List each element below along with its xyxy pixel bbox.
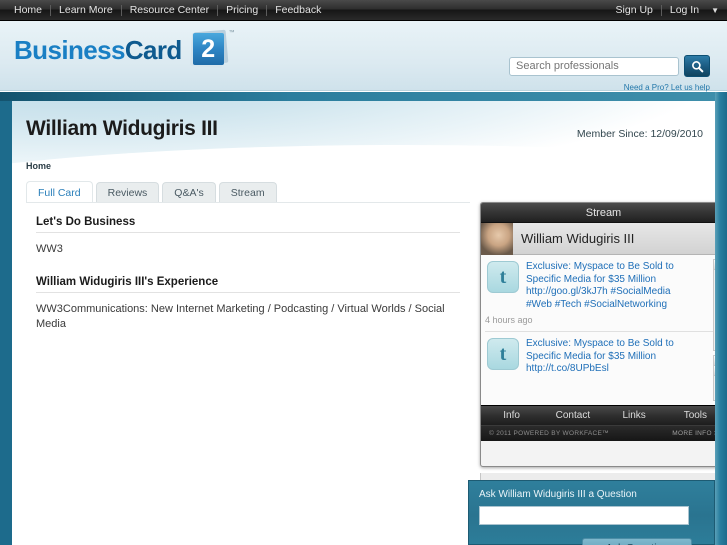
page-right-edge <box>715 92 727 545</box>
section-title: Let's Do Business <box>36 216 460 233</box>
profile-tabs: Full Card Reviews Q&A's Stream <box>26 181 280 203</box>
widget-tab-info[interactable]: Info <box>481 410 542 421</box>
search-icon <box>691 60 703 72</box>
site-logo[interactable]: BusinessCard 2 ™ <box>14 29 235 70</box>
list-item[interactable]: t Exclusive: Myspace to Be Sold to Speci… <box>481 255 715 311</box>
search-input[interactable] <box>509 56 679 76</box>
widget-tab-links[interactable]: Links <box>604 410 665 421</box>
twitter-icon: t <box>487 261 519 293</box>
full-card-panel: Let's Do Business WW3 William Widugiris … <box>26 202 470 532</box>
need-a-pro-link[interactable]: Need a Pro? Let us help <box>624 83 710 92</box>
section-body: WW3Communications: New Internet Marketin… <box>36 303 445 330</box>
ask-question-label: Ask William Widugiris III a Question <box>479 489 637 500</box>
copyright-text: © 2011 POWERED BY WORKFACE™ <box>489 430 609 437</box>
page-body: William Widugiris III Member Since: 12/0… <box>12 101 715 545</box>
page-title: William Widugiris III <box>26 117 218 140</box>
ask-question-panel: Ask William Widugiris III a Question Ask… <box>468 480 715 545</box>
breadcrumb[interactable]: Home <box>26 161 51 171</box>
ask-question-input[interactable] <box>479 506 689 525</box>
nav-item-resource-center[interactable]: Resource Center <box>122 0 217 21</box>
list-item[interactable]: t Exclusive: Myspace to Be Sold to Speci… <box>481 332 715 376</box>
member-since-label: Member Since: 12/09/2010 <box>576 128 703 140</box>
stream-post-list[interactable]: t Exclusive: Myspace to Be Sold to Speci… <box>481 255 715 405</box>
nav-item-home[interactable]: Home <box>6 0 50 21</box>
avatar <box>481 222 513 255</box>
nav-item-pricing[interactable]: Pricing <box>218 0 266 21</box>
page-shell: William Widugiris III Member Since: 12/0… <box>0 92 727 545</box>
widget-tab-contact[interactable]: Contact <box>542 410 603 421</box>
logo-wordmark: BusinessCard <box>14 35 182 66</box>
nav-item-learn-more[interactable]: Learn More <box>51 0 121 21</box>
logo-badge-icon: 2 ™ <box>189 29 235 70</box>
tab-reviews[interactable]: Reviews <box>95 182 160 203</box>
logo-badge-number: 2 <box>192 33 224 65</box>
section-body: WW3 <box>36 243 63 255</box>
twitter-icon: t <box>487 338 519 370</box>
more-info-link[interactable]: MORE INFO > <box>672 430 715 437</box>
widget-user-row: William Widugiris III <box>481 222 715 255</box>
post-text[interactable]: Exclusive: Myspace to Be Sold to Specifi… <box>519 261 689 311</box>
ask-question-button[interactable]: Ask Question <box>582 538 692 545</box>
tab-qas[interactable]: Q&A's <box>162 182 216 203</box>
nav-item-feedback[interactable]: Feedback <box>267 0 329 21</box>
logo-word-card: Card <box>124 34 182 65</box>
tab-full-card[interactable]: Full Card <box>26 181 93 203</box>
widget-user-name: William Widugiris III <box>521 231 635 246</box>
top-nav-right-group: Sign Up Log In ▼ <box>608 0 727 21</box>
section-title: William Widugiris III's Experience <box>36 276 460 293</box>
widget-tab-tools[interactable]: Tools <box>665 410 715 421</box>
shell-top-band <box>0 92 727 101</box>
search-area <box>509 55 710 77</box>
logo-word-business: Business <box>14 34 125 65</box>
post-text[interactable]: Exclusive: Myspace to Be Sold to Specifi… <box>519 338 689 376</box>
section-lets-do-business: Let's Do Business WW3 <box>36 216 460 257</box>
top-navigation-bar: Home Learn More Resource Center Pricing … <box>0 0 727 21</box>
chevron-down-icon[interactable]: ▼ <box>711 6 719 15</box>
sign-up-link[interactable]: Sign Up <box>608 0 661 21</box>
top-nav-left-group: Home Learn More Resource Center Pricing … <box>0 0 329 21</box>
search-button[interactable] <box>684 55 710 77</box>
trademark-symbol: ™ <box>228 30 235 36</box>
widget-footer: © 2011 POWERED BY WORKFACE™ MORE INFO > <box>481 425 715 441</box>
log-in-link[interactable]: Log In <box>662 0 707 21</box>
widget-header-title: Stream <box>481 203 715 223</box>
widget-tab-bar: Info Contact Links Tools <box>481 405 715 425</box>
post-timestamp: 4 hours ago <box>485 315 533 325</box>
section-experience: William Widugiris III's Experience WW3Co… <box>36 276 460 332</box>
tab-stream[interactable]: Stream <box>218 182 277 203</box>
stream-widget: Stream William Widugiris III t Exclusive… <box>480 202 715 467</box>
site-header: BusinessCard 2 ™ Need a Pro? Let us help <box>0 21 727 92</box>
